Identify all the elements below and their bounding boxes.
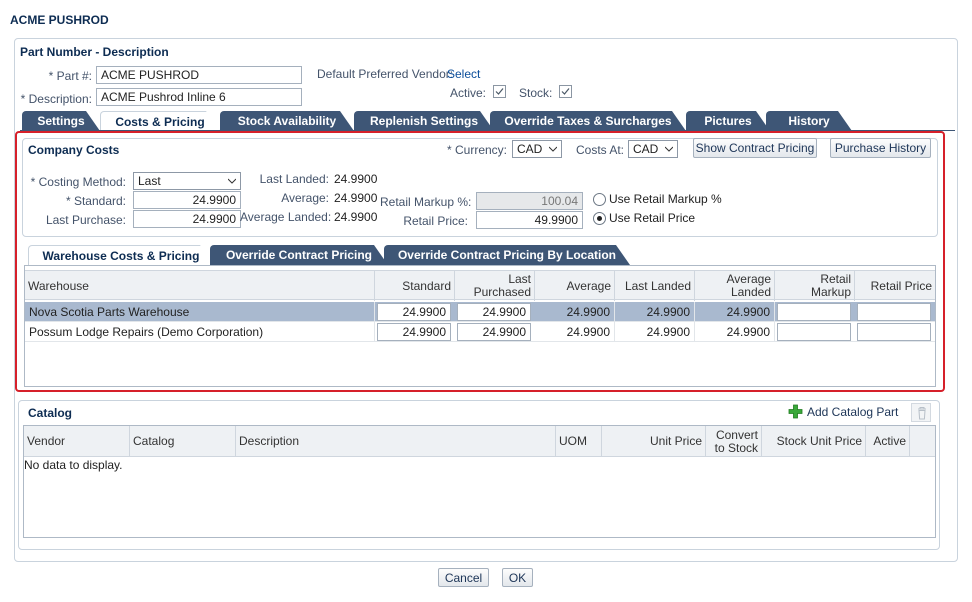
tab-costs-pricing[interactable]: Costs & Pricing (100, 111, 220, 131)
part-section-title: Part Number - Description (20, 45, 169, 59)
catalog-table-header: Vendor Catalog Description UOM Unit Pric… (24, 426, 935, 457)
stock-checkbox[interactable] (559, 85, 572, 98)
col-convert-to-stock[interactable]: Convert to Stock (706, 426, 762, 457)
active-label: Active: (450, 86, 487, 100)
part-no-label: * Part #: (48, 69, 92, 83)
ok-button[interactable]: OK (502, 568, 533, 587)
checkmark-icon (561, 88, 570, 95)
catalog-title: Catalog (28, 406, 73, 420)
tab-replenish-settings[interactable]: Replenish Settings (354, 111, 494, 131)
add-catalog-part-label: Add Catalog Part (807, 404, 899, 419)
stock-label: Stock: (519, 86, 553, 100)
description-label: * Description: (20, 92, 92, 106)
active-checkbox[interactable] (493, 85, 506, 98)
col-description[interactable]: Description (236, 426, 556, 457)
main-tabbar: Settings Costs & Pricing Stock Availabil… (20, 111, 955, 131)
col-catalog[interactable]: Catalog (130, 426, 236, 457)
col-unit-price[interactable]: Unit Price (602, 426, 706, 457)
col-convert-line1: Convert (715, 427, 758, 442)
catalog-table: Vendor Catalog Description UOM Unit Pric… (23, 425, 936, 538)
checkmark-icon (495, 88, 504, 95)
highlight-frame (15, 131, 945, 392)
catalog-empty-text: No data to display. (24, 458, 123, 472)
delete-button[interactable] (911, 403, 931, 422)
tab-stock-availability[interactable]: Stock Availability (220, 111, 354, 131)
description-input[interactable]: ACME Pushrod Inline 6 (96, 88, 302, 106)
col-vendor[interactable]: Vendor (24, 426, 130, 457)
cancel-button[interactable]: Cancel (438, 568, 489, 587)
col-convert-line2: to Stock (714, 440, 758, 455)
add-icon (788, 404, 803, 419)
tab-settings[interactable]: Settings (22, 111, 100, 131)
tab-override-taxes[interactable]: Override Taxes & Surcharges (490, 111, 686, 131)
col-stock-unit-price[interactable]: Stock Unit Price (762, 426, 866, 457)
part-no-input[interactable]: ACME PUSHROD (96, 66, 302, 84)
tab-history[interactable]: History (766, 111, 852, 131)
vendor-label: Default Preferred Vendor: (317, 67, 454, 81)
col-active[interactable]: Active (866, 426, 910, 457)
col-uom[interactable]: UOM (556, 426, 602, 457)
add-catalog-part-button[interactable]: Add Catalog Part (788, 404, 898, 419)
window-title: ACME PUSHROD (10, 13, 109, 27)
vendor-select-link[interactable]: Select (447, 67, 480, 81)
tab-pictures[interactable]: Pictures (686, 111, 770, 131)
trash-icon (918, 407, 926, 420)
